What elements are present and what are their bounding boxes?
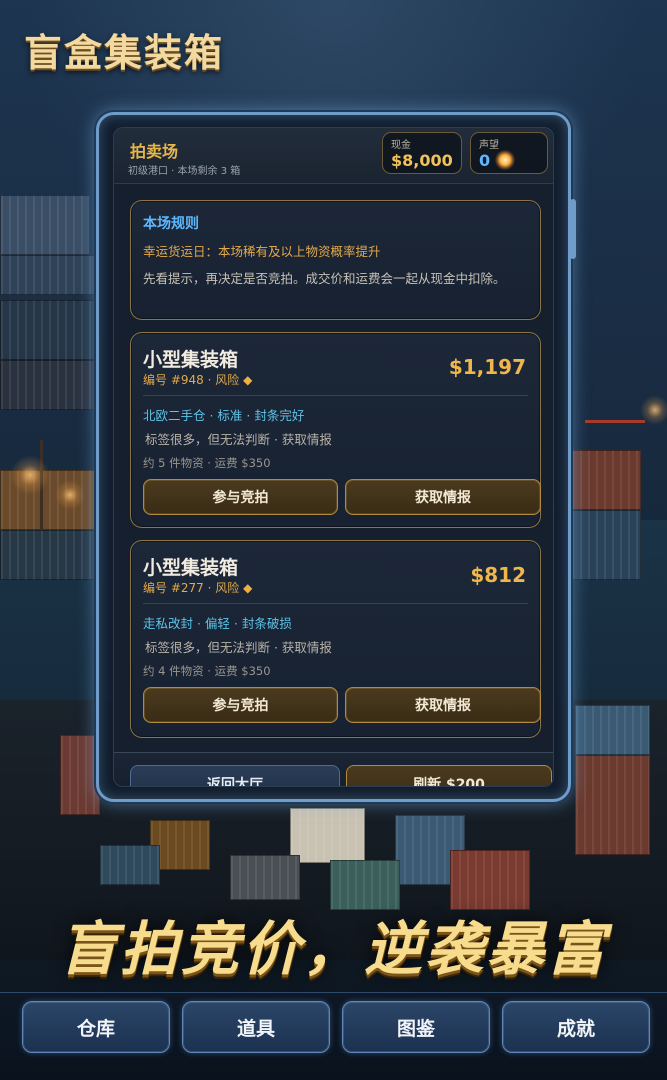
container-stack	[230, 855, 300, 900]
rules-description: 先看提示，再决定是否竞拍。成交价和运费会一起从现金中扣除。	[143, 271, 506, 286]
lucky-day-notice: 幸运货运日：本场稀有及以上物资概率提升	[143, 244, 381, 259]
venue-subtitle: 初级港口 · 本场剩余 3 箱	[128, 166, 241, 177]
ship-hull	[0, 530, 96, 580]
promo-slogan: 盲拍竞价，逆袭暴富	[58, 915, 608, 983]
container-hint: 标签很多，但无法判断 · 获取情报	[145, 640, 332, 655]
nav-items[interactable]: 道具	[182, 1001, 330, 1053]
auction-actions: 返回大厅 刷新 $200	[114, 752, 553, 786]
container-id: 编号 #277	[143, 581, 204, 595]
risk-label: 风险	[215, 373, 240, 387]
crane-arm	[585, 420, 645, 423]
container-info: 约 4 件物资 · 运费 $350	[143, 664, 271, 678]
cash-value: $8,000	[391, 151, 453, 170]
frame-side-tab	[570, 199, 576, 259]
risk-diamond-icon: ◆	[243, 373, 253, 387]
auction-header: 拍卖场 初级港口 · 本场剩余 3 箱 现金 $8,000 声望 0	[114, 128, 553, 184]
cash-label: 现金	[391, 140, 411, 151]
container-name: 小型集装箱	[143, 557, 239, 579]
container-price: $1,197	[448, 355, 526, 379]
ship-cargo	[571, 450, 641, 510]
refresh-button[interactable]: 刷新 $200	[346, 765, 552, 786]
risk-label: 风险	[215, 581, 240, 595]
container-info: 约 5 件物资 · 运费 $350	[143, 456, 271, 470]
container-card: 小型集装箱 编号 #948 · 风险 ◆ $1,197 北欧二手仓 · 标准 ·…	[130, 332, 541, 528]
app-title: 盲盒集装箱	[24, 31, 225, 75]
nav-achievements[interactable]: 成就	[502, 1001, 650, 1053]
container-stack	[60, 735, 100, 815]
container-stack	[0, 300, 95, 360]
venue-title: 拍卖场	[130, 142, 179, 161]
divider	[143, 395, 528, 396]
back-to-lobby-button[interactable]: 返回大厅	[130, 765, 340, 786]
container-card: 小型集装箱 编号 #277 · 风险 ◆ $812 走私改封 · 偏轻 · 封条…	[130, 540, 541, 738]
harbor-light	[10, 455, 50, 495]
get-intel-button[interactable]: 获取情报	[345, 687, 541, 723]
bid-button[interactable]: 参与竞拍	[143, 479, 338, 515]
reputation-value: 0	[479, 151, 491, 170]
sparkle-icon	[495, 150, 515, 170]
container-name: 小型集装箱	[143, 349, 239, 371]
container-price: $812	[470, 563, 526, 587]
container-stack	[575, 755, 650, 855]
device-frame: 拍卖场 初级港口 · 本场剩余 3 箱 现金 $8,000 声望 0 本场规则 …	[96, 112, 576, 802]
nav-warehouse[interactable]: 仓库	[22, 1001, 170, 1053]
divider	[143, 603, 528, 604]
container-stack	[0, 195, 90, 255]
container-stack	[0, 360, 95, 410]
get-intel-button[interactable]: 获取情报	[345, 479, 541, 515]
container-tags: 北欧二手仓 · 标准 · 封条完好	[143, 408, 305, 423]
risk-diamond-icon: ◆	[243, 581, 253, 595]
container-stack	[100, 845, 160, 885]
container-id: 编号 #948	[143, 373, 204, 387]
container-stack	[290, 808, 365, 863]
container-stack	[575, 705, 650, 755]
bottom-nav: 仓库 道具 图鉴 成就	[0, 992, 667, 1080]
rules-card: 本场规则 幸运货运日：本场稀有及以上物资概率提升 先看提示，再决定是否竞拍。成交…	[130, 200, 541, 320]
reputation-label: 声望	[479, 140, 499, 151]
container-stack	[0, 255, 95, 295]
harbor-light	[55, 480, 85, 510]
container-tags: 走私改封 · 偏轻 · 封条破损	[143, 616, 292, 631]
harbor-light	[640, 395, 667, 425]
container-stack	[450, 850, 530, 910]
container-meta: 编号 #277 · 风险 ◆	[143, 581, 253, 595]
container-meta: 编号 #948 · 风险 ◆	[143, 373, 253, 387]
rules-title: 本场规则	[143, 216, 199, 232]
ship-hull	[571, 510, 641, 580]
container-hint: 标签很多，但无法判断 · 获取情报	[145, 432, 332, 447]
cash-badge: 现金 $8,000	[382, 132, 462, 174]
reputation-badge: 声望 0	[470, 132, 548, 174]
nav-collection[interactable]: 图鉴	[342, 1001, 490, 1053]
auction-panel: 拍卖场 初级港口 · 本场剩余 3 箱 现金 $8,000 声望 0 本场规则 …	[113, 127, 554, 787]
bid-button[interactable]: 参与竞拍	[143, 687, 338, 723]
